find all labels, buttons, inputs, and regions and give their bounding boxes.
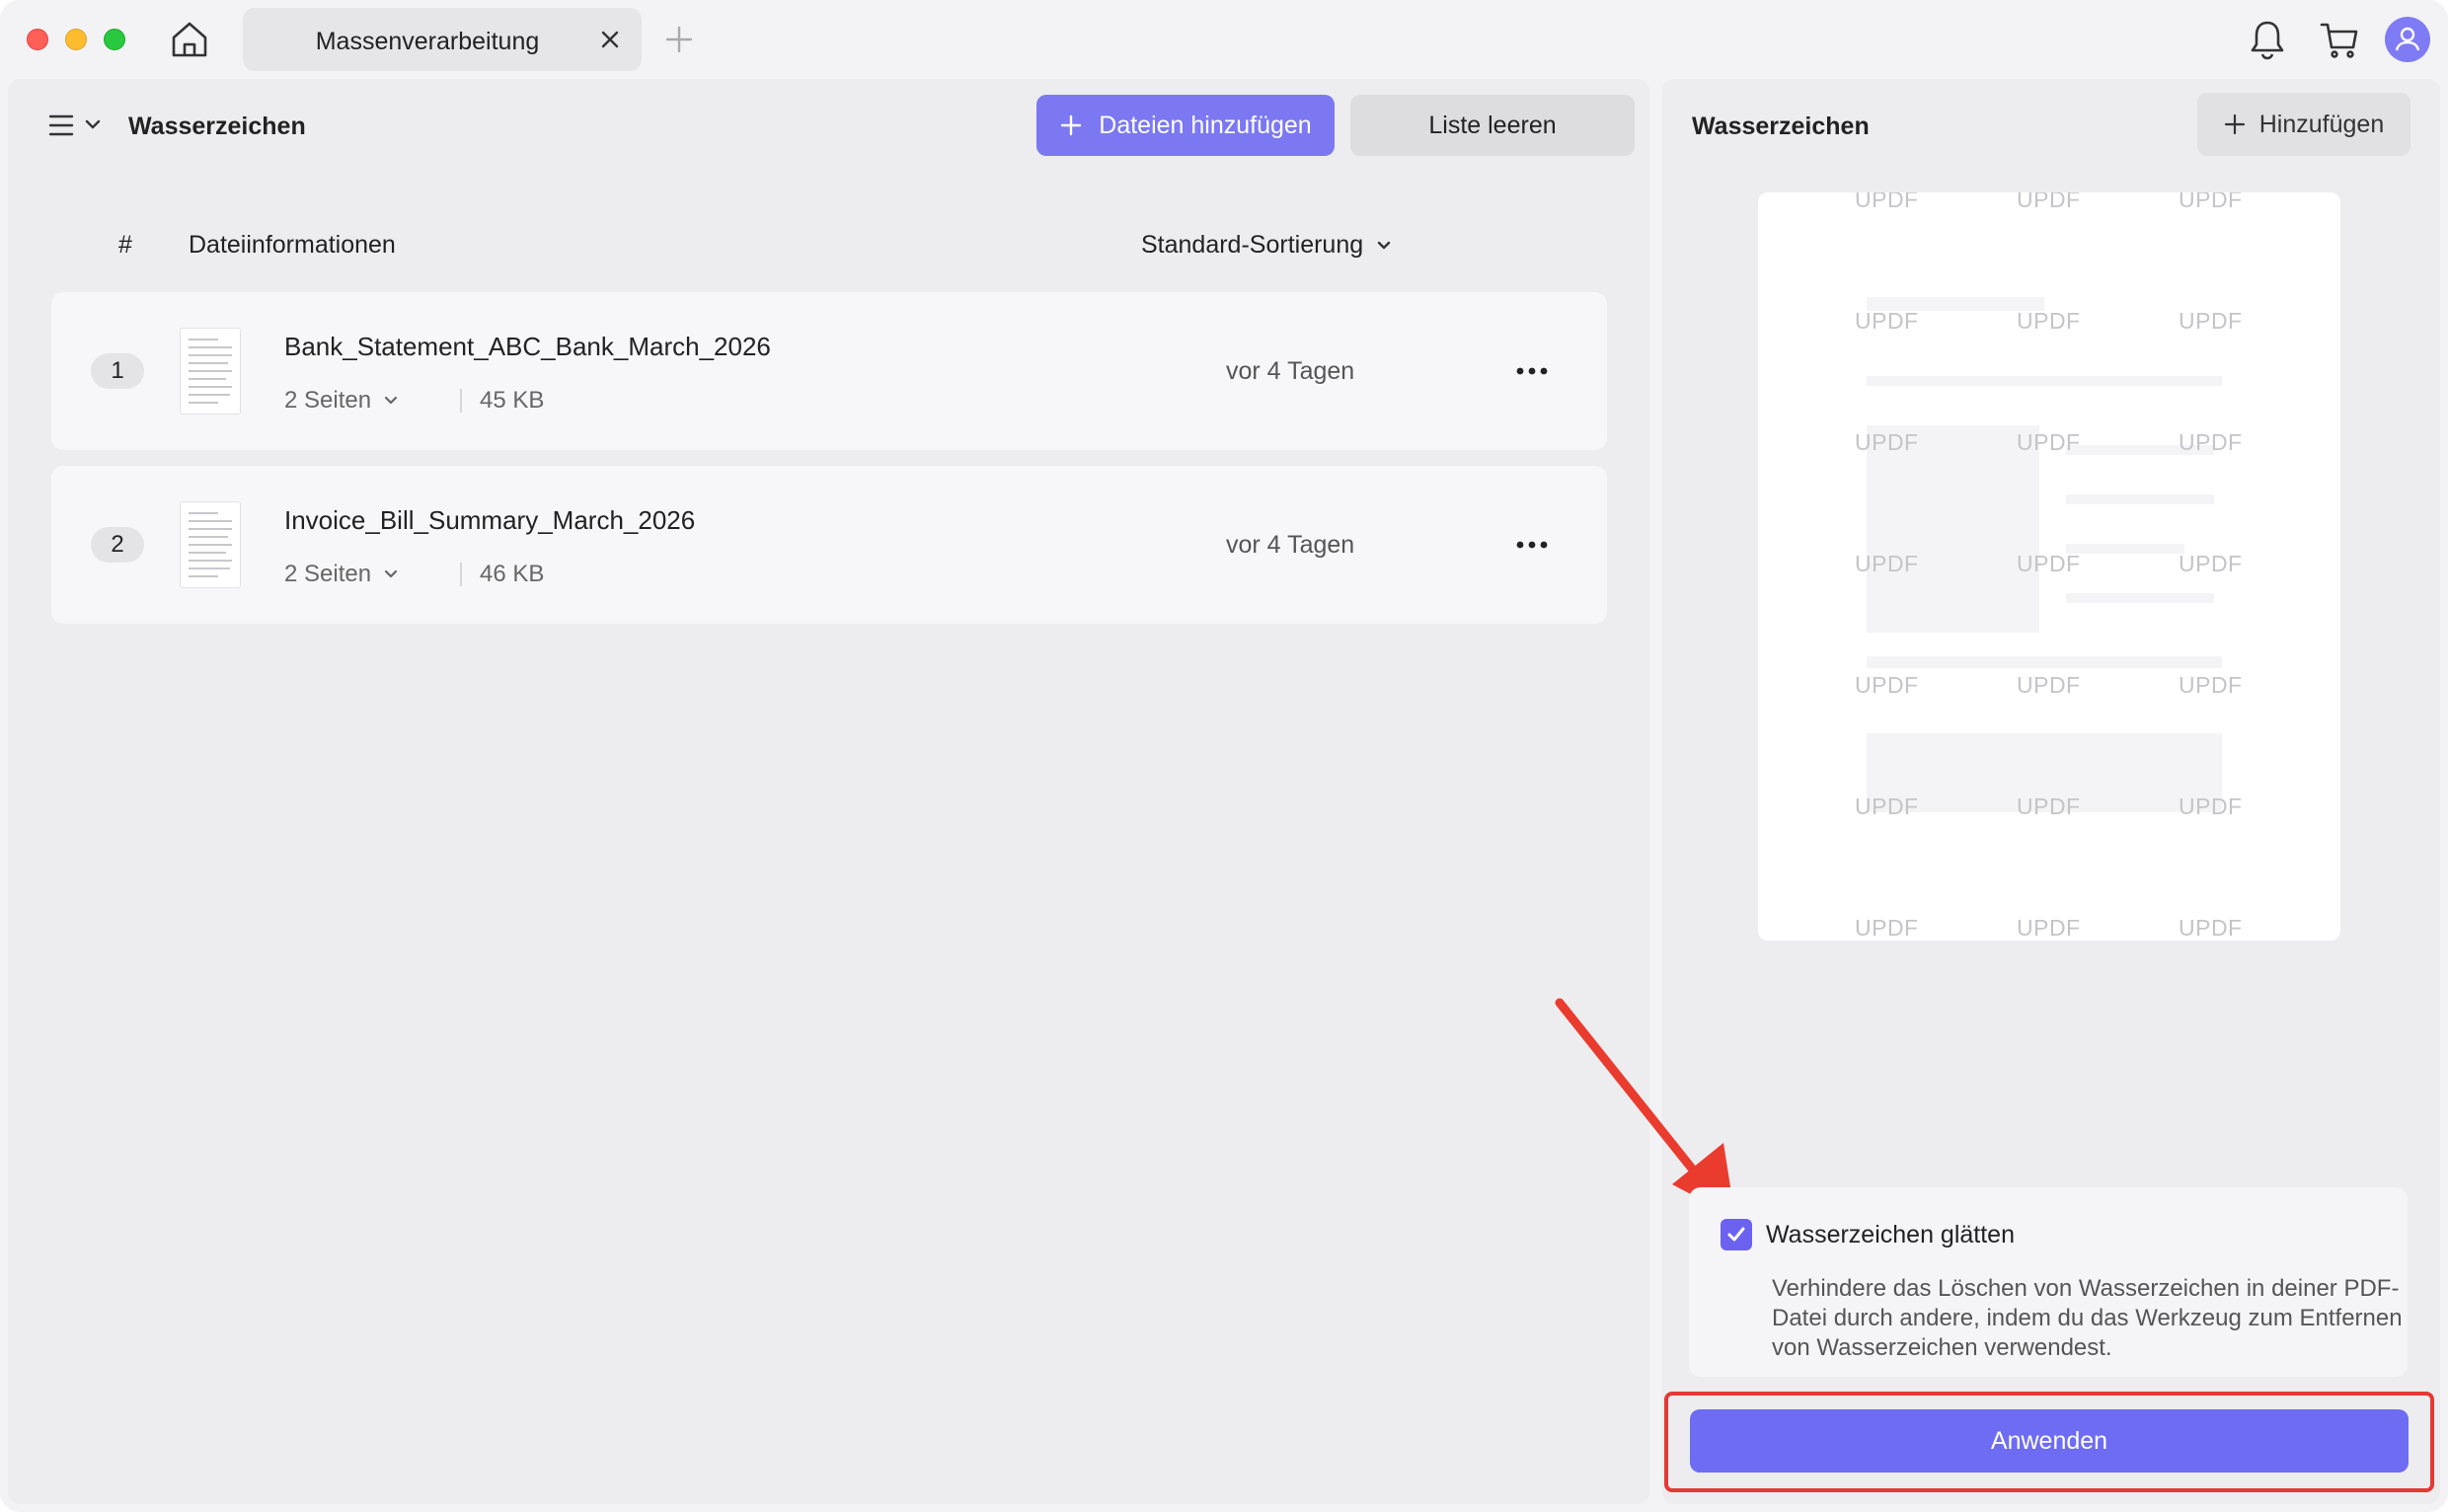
flatten-watermark-label[interactable]: Wasserzeichen glätten [1766, 1221, 2015, 1249]
user-icon [2395, 27, 2420, 51]
apply-button[interactable]: Anwenden [1690, 1409, 2409, 1473]
clear-list-button[interactable]: Liste leeren [1350, 95, 1635, 156]
flatten-watermark-description: Verhindere das Löschen von Wasserzeichen… [1772, 1275, 2403, 1361]
page-title: Wasserzeichen [128, 113, 306, 140]
watermark-text: UPDF [2017, 672, 2081, 698]
file-list-panel: Wasserzeichen Dateien hinzufügen Liste l… [8, 79, 1649, 1504]
app-window: Massenverarbeitung Wasserzeichen Dateien… [0, 0, 2448, 1512]
watermark-text: UPDF [2017, 308, 2081, 334]
add-files-button[interactable]: Dateien hinzufügen [1036, 95, 1335, 156]
watermark-text: UPDF [2179, 672, 2243, 698]
add-watermark-button[interactable]: Hinzufügen [2197, 93, 2410, 156]
page-count: 2 Seiten [284, 561, 372, 587]
watermark-text: UPDF [2017, 794, 2081, 819]
watermark-preview: UPDF UPDF UPDF UPDF UPDF UPDF UPDF UPDF … [1758, 192, 2340, 941]
watermark-text: UPDF [1855, 794, 1919, 819]
file-date: vor 4 Tagen [1226, 531, 1355, 559]
watermark-text: UPDF [2017, 551, 2081, 576]
sort-dropdown[interactable]: Standard-Sortierung [1141, 231, 1393, 260]
checkmark-icon [1727, 1227, 1745, 1242]
row-number: 2 [91, 527, 144, 563]
close-icon[interactable] [594, 24, 626, 55]
file-name: Invoice_Bill_Summary_March_2026 [284, 505, 696, 535]
more-options-icon[interactable] [1512, 355, 1552, 387]
add-files-label: Dateien hinzufügen [1099, 111, 1312, 139]
watermark-text: UPDF [1855, 672, 1919, 698]
watermark-text: UPDF [2017, 192, 2081, 212]
minimize-window-button[interactable] [65, 29, 87, 50]
bell-icon[interactable] [2247, 18, 2288, 61]
chevron-down-icon [1377, 241, 1391, 249]
close-window-button[interactable] [27, 29, 48, 50]
maximize-window-button[interactable] [104, 29, 125, 50]
row-number: 1 [91, 353, 144, 389]
watermark-text: UPDF [1855, 192, 1919, 212]
file-thumbnail [180, 501, 241, 588]
column-header-info: Dateiinformationen [189, 231, 396, 259]
watermark-text: UPDF [2017, 915, 2081, 941]
table-row[interactable]: 1 Bank_Statement_ABC_Bank_March_2026 2 S… [51, 292, 1607, 450]
page-count-dropdown[interactable]: 2 Seiten [284, 561, 399, 588]
cart-icon[interactable] [2318, 18, 2361, 61]
watermark-text: UPDF [2179, 915, 2243, 941]
avatar[interactable] [2385, 17, 2430, 62]
apply-label: Anwenden [1990, 1426, 2108, 1455]
new-tab-plus-icon[interactable] [661, 22, 697, 57]
file-thumbnail [180, 328, 241, 415]
chevron-down-icon[interactable] [83, 116, 103, 132]
table-row[interactable]: 2 Invoice_Bill_Summary_March_2026 2 Seit… [51, 466, 1607, 624]
page-count-dropdown[interactable]: 2 Seiten [284, 387, 399, 415]
plus-icon [1061, 114, 1082, 136]
more-options-icon[interactable] [1512, 529, 1552, 561]
home-icon[interactable] [168, 18, 211, 61]
column-header-number: # [118, 231, 132, 259]
chevron-down-icon [384, 569, 398, 578]
clear-list-label: Liste leeren [1428, 111, 1557, 139]
watermark-text: UPDF [2179, 192, 2243, 212]
watermark-text: UPDF [1855, 551, 1919, 576]
file-date: vor 4 Tagen [1226, 357, 1355, 385]
tab-massenverarbeitung[interactable]: Massenverarbeitung [243, 8, 642, 71]
file-name: Bank_Statement_ABC_Bank_March_2026 [284, 332, 771, 361]
watermark-text: UPDF [2179, 429, 2243, 455]
watermark-text: UPDF [2179, 794, 2243, 819]
watermark-text: UPDF [1855, 308, 1919, 334]
file-size: 46 KB [480, 561, 545, 587]
watermark-text: UPDF [2179, 308, 2243, 334]
watermark-text: UPDF [2179, 551, 2243, 576]
divider [460, 563, 462, 586]
watermark-text: UPDF [1855, 915, 1919, 941]
title-bar: Massenverarbeitung [0, 0, 2448, 79]
panel-title: Wasserzeichen [1692, 113, 1870, 140]
flatten-watermark-option: Wasserzeichen glätten Verhindere das Lös… [1689, 1187, 2408, 1377]
plus-icon [2224, 113, 2245, 135]
chevron-down-icon [384, 396, 398, 405]
watermark-text: UPDF [1855, 429, 1919, 455]
tab-label: Massenverarbeitung [315, 28, 540, 55]
add-watermark-label: Hinzufügen [2258, 110, 2385, 138]
page-count: 2 Seiten [284, 387, 372, 414]
file-size: 45 KB [480, 387, 545, 414]
menu-icon[interactable] [47, 111, 75, 140]
watermark-text: UPDF [2017, 429, 2081, 455]
sort-label: Standard-Sortierung [1141, 231, 1364, 259]
flatten-watermark-checkbox[interactable] [1721, 1219, 1752, 1250]
divider [460, 389, 462, 413]
